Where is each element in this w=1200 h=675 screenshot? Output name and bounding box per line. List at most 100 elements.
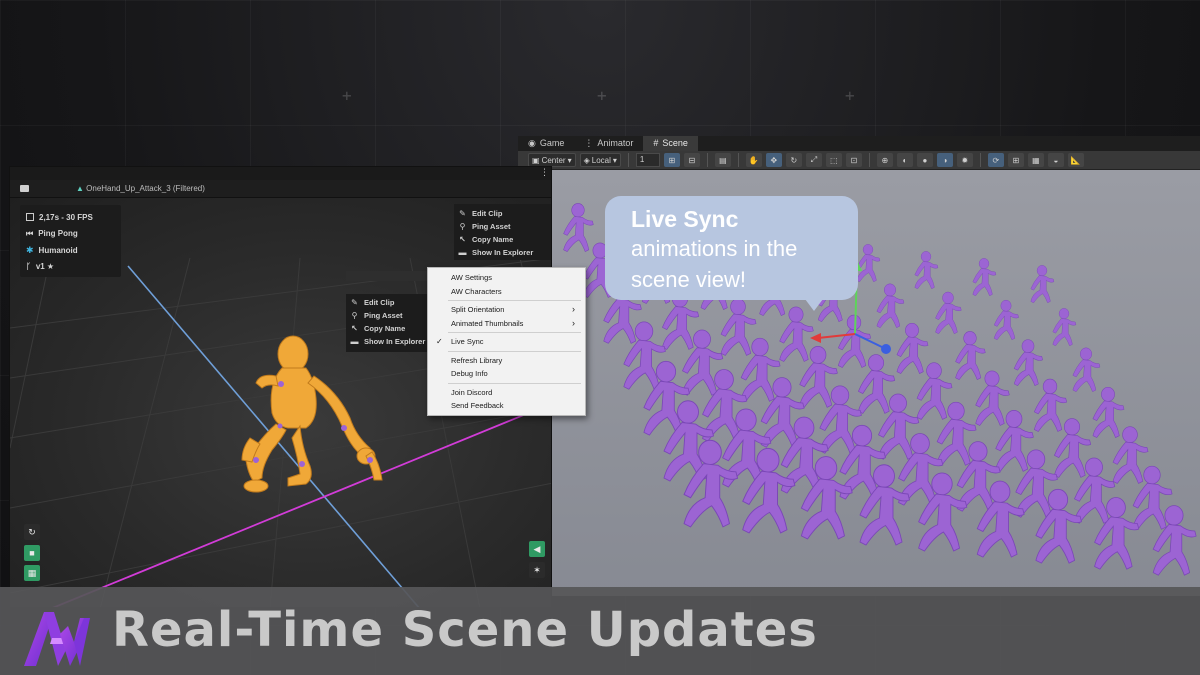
space-mode-dropdown[interactable]: ◈ Local ▾	[579, 153, 621, 167]
tab-game[interactable]: ◉ Game	[518, 136, 574, 151]
film-icon	[26, 213, 34, 222]
item-label: Show In Explorer	[472, 248, 534, 257]
audio-icon[interactable]: ◀	[529, 541, 545, 557]
grid-toggle-icon[interactable]: ▦	[1027, 153, 1044, 167]
kebab-menu-icon[interactable]: ⋮	[540, 167, 549, 178]
ping-asset-item[interactable]: ⚲ Ping Asset	[350, 309, 432, 322]
cube-icon: ◈	[583, 155, 590, 165]
scene-tab-bar: ◉ Game ⋮ Animator # Scene	[518, 136, 1200, 151]
purple-character	[876, 283, 905, 329]
rect-tool-icon[interactable]: ⬚	[825, 153, 842, 167]
effects-icon[interactable]: ◒	[1047, 153, 1064, 167]
tab-animator[interactable]: ⋮ Animator	[574, 136, 643, 151]
menu-item-debug-info[interactable]: Debug Info	[428, 367, 585, 381]
reset-icon[interactable]: ↻	[24, 524, 40, 540]
tab-scene[interactable]: # Scene	[643, 136, 698, 151]
ruler-icon[interactable]: 📐	[1067, 153, 1084, 167]
snap-settings-button[interactable]: ⊟	[683, 153, 700, 167]
ping-asset-item[interactable]: ⚲ Ping Asset	[458, 220, 548, 233]
menu-item-refresh-library[interactable]: Refresh Library	[428, 354, 585, 368]
shaded-icon[interactable]: ●	[916, 153, 933, 167]
clip-actions-panel: ✎ Edit Clip ⚲ Ping Asset ↖ Copy Name ▬ S…	[454, 204, 551, 260]
menu-item-animated-thumbnails[interactable]: Animated Thumbnails ›	[428, 317, 585, 331]
pivot-mode-dropdown[interactable]: ▣ Center ▾	[528, 153, 576, 167]
preview-character	[241, 335, 383, 493]
sync-icon[interactable]: ⟳	[987, 153, 1004, 167]
copy-name-item[interactable]: ↖ Copy Name	[458, 233, 548, 246]
purple-character	[1052, 308, 1077, 347]
purple-character	[993, 299, 1019, 341]
menu-item-live-sync[interactable]: ✓ Live Sync	[428, 335, 585, 349]
purple-character	[1033, 378, 1068, 433]
menu-item-send-feedback[interactable]: Send Feedback	[428, 399, 585, 413]
grid-toggle-icon[interactable]: ▦	[24, 565, 40, 581]
menu-item-split-orientation[interactable]: Split Orientation ›	[428, 303, 585, 317]
cursor-icon: ↖	[351, 324, 358, 333]
clip-info-panel: 2,17s - 30 FPS ⏮ Ping Pong ✱ Humanoid ᚴ …	[20, 205, 121, 277]
loop-mode-row[interactable]: ⏮ Ping Pong	[26, 226, 115, 243]
banner-title: Real-Time Scene Updates	[112, 602, 818, 658]
menu-item-aw-settings[interactable]: AW Settings	[428, 271, 585, 285]
item-label: Edit Clip	[472, 209, 503, 218]
purple-character	[955, 331, 986, 381]
gizmo-icon[interactable]: ⊞	[1007, 153, 1024, 167]
chevron-right-icon: ›	[572, 304, 575, 314]
version-row[interactable]: ᚴ v1 ★	[26, 259, 115, 276]
show-in-explorer-item[interactable]: ▬ Show In Explorer	[458, 246, 548, 259]
clip-title: ▲ OneHand_Up_Attack_3 (Filtered)	[76, 180, 205, 198]
search-icon: ⚲	[351, 311, 358, 320]
menu-item-label: Live Sync	[451, 337, 484, 346]
menu-item-label: AW Settings	[451, 273, 492, 282]
purple-character	[1013, 339, 1044, 387]
pencil-icon: ✎	[459, 209, 466, 218]
unlit-shading-icon[interactable]: ◑	[936, 153, 953, 167]
rotate-tool-icon[interactable]: ↻	[785, 153, 802, 167]
search-icon: ⚲	[459, 222, 466, 231]
purple-character	[1092, 386, 1125, 439]
tab-label: Game	[539, 138, 565, 148]
move-tool-icon[interactable]: ✥	[765, 153, 782, 167]
space-mode-label: Local	[591, 155, 611, 165]
transform-tool-icon[interactable]: ⊡	[845, 153, 862, 167]
cursor-icon: ↖	[459, 235, 466, 244]
item-label: Copy Name	[364, 324, 406, 333]
purple-character	[914, 251, 939, 290]
grid-size-input[interactable]: 1	[635, 153, 660, 167]
render-mode-button[interactable]: ▤	[714, 153, 731, 167]
menu-item-label: Split Orientation	[451, 305, 505, 314]
chevron-down-icon: ▾	[612, 155, 617, 165]
show-in-explorer-item[interactable]: ▬ Show In Explorer	[350, 335, 432, 348]
lighting-icon[interactable]: ✹	[956, 153, 973, 167]
folder-icon[interactable]	[20, 185, 29, 192]
secondary-header-strip	[346, 271, 436, 281]
grid-snap-button[interactable]: ⊞	[663, 153, 680, 167]
copy-name-item[interactable]: ↖ Copy Name	[350, 322, 432, 335]
menu-item-label: Send Feedback	[451, 401, 504, 410]
toolbar-divider	[737, 153, 739, 167]
wireframe-shading-icon[interactable]: ⊕	[876, 153, 893, 167]
skip-back-icon: ⏮	[26, 228, 34, 238]
humanoid-icon: ✱	[26, 244, 34, 255]
camera-icon[interactable]: ■	[24, 545, 40, 561]
shaded-wireframe-icon[interactable]: ◐	[896, 153, 913, 167]
rig-row: ✱ Humanoid	[26, 242, 115, 259]
scale-tool-icon[interactable]: ⤢	[805, 153, 822, 167]
loop-mode-label: Ping Pong	[38, 229, 78, 239]
plus-marker: +	[845, 86, 855, 105]
pencil-icon: ✎	[351, 298, 358, 307]
clip-title-label: OneHand_Up_Attack_3 (Filtered)	[86, 184, 205, 193]
menu-divider	[448, 300, 581, 301]
menu-item-label: Refresh Library	[451, 355, 503, 365]
scene-toolbar: ▣ Center ▾ ◈ Local ▾ 1 ⊞ ⊟ ▤ ✋ ✥ ↻ ⤢ ⬚ ⊡…	[518, 151, 1200, 170]
edit-clip-item[interactable]: ✎ Edit Clip	[350, 296, 432, 309]
menu-item-join-discord[interactable]: Join Discord	[428, 386, 585, 400]
aw-logo-icon	[24, 612, 90, 666]
pivot-mode-label: Center	[541, 155, 566, 165]
grid-icon: #	[653, 138, 659, 148]
hand-tool-icon[interactable]: ✋	[745, 153, 762, 167]
menu-item-aw-characters[interactable]: AW Characters	[428, 285, 585, 299]
toolbar-divider	[868, 153, 870, 167]
menu-divider	[448, 332, 581, 333]
humanoid-icon[interactable]: ✶	[529, 562, 545, 578]
edit-clip-item[interactable]: ✎ Edit Clip	[458, 207, 548, 220]
